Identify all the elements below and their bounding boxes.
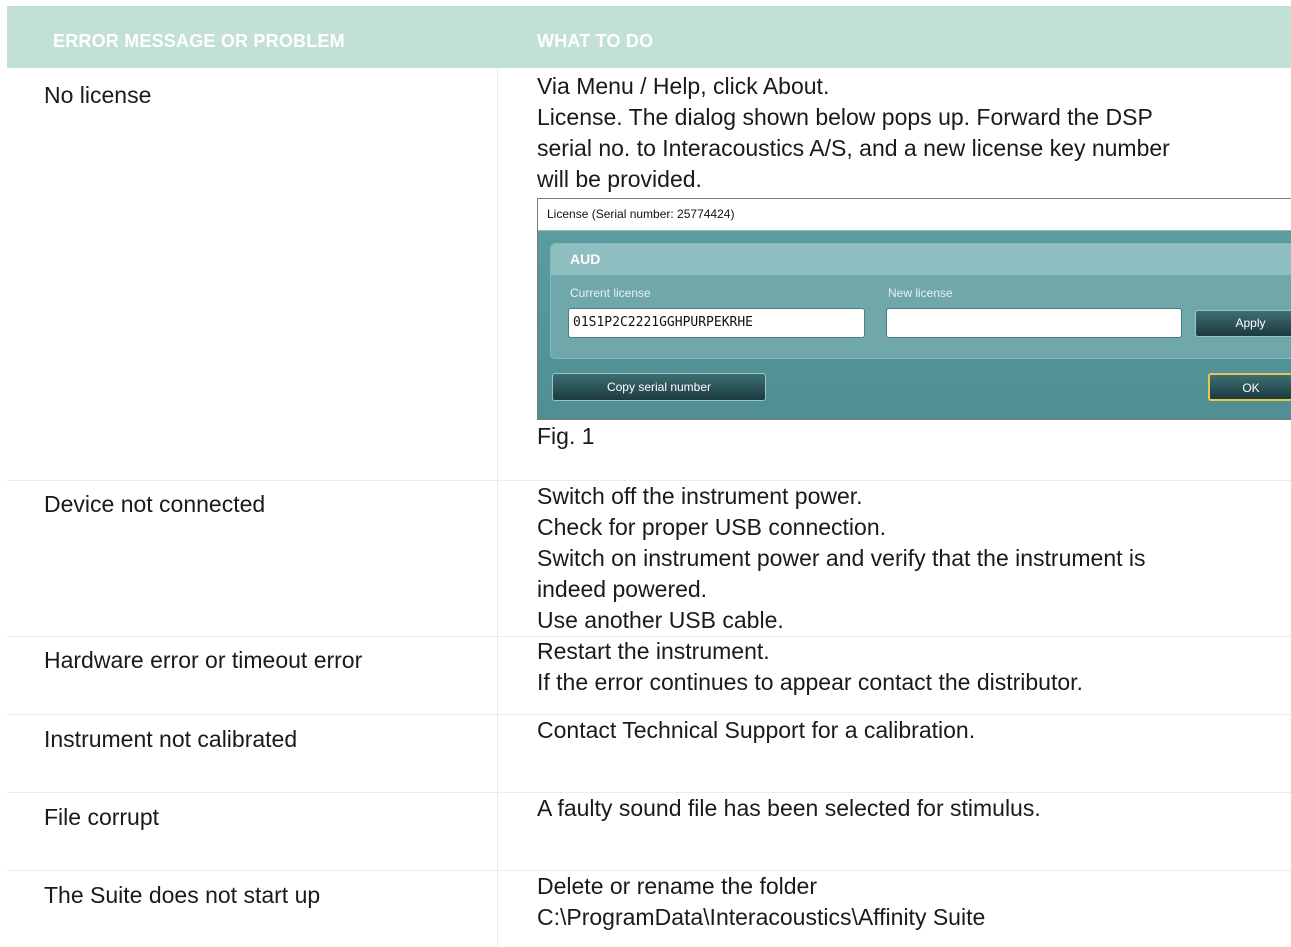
figure-caption: Fig. 1 bbox=[537, 423, 595, 449]
copy-serial-number-button[interactable]: Copy serial number bbox=[552, 373, 766, 401]
todo-line: will be provided. bbox=[537, 166, 702, 192]
row-divider bbox=[7, 636, 1291, 637]
todo-line: If the error continues to appear contact… bbox=[537, 669, 1083, 695]
dialog-title: License (Serial number: 25774424) bbox=[538, 199, 1291, 231]
todo-line: Switch off the instrument power. bbox=[537, 483, 863, 509]
row-divider bbox=[7, 792, 1291, 793]
todo-line: serial no. to Interacoustics A/S, and a … bbox=[537, 135, 1170, 161]
todo-line: Delete or rename the folder bbox=[537, 873, 817, 899]
todo-line: C:\ProgramData\Interacoustics\Affinity S… bbox=[537, 904, 986, 930]
row-divider bbox=[7, 870, 1291, 871]
group-title: AUD bbox=[551, 244, 1291, 275]
todo-line: Switch on instrument power and verify th… bbox=[537, 545, 1146, 571]
todo-line: Contact Technical Support for a calibrat… bbox=[537, 717, 976, 743]
dialog-body: AUD Current license New license 01S1P2C2… bbox=[538, 231, 1291, 419]
header-problem: ERROR MESSAGE OR PROBLEM bbox=[53, 31, 345, 51]
new-license-label: New license bbox=[888, 286, 953, 300]
todo-line: License. The dialog shown below pops up.… bbox=[537, 104, 1153, 130]
todo-line: indeed powered. bbox=[537, 576, 708, 602]
header-what-to-do: WHAT TO DO bbox=[537, 31, 654, 51]
new-license-field[interactable] bbox=[886, 308, 1182, 338]
todo-line: Restart the instrument. bbox=[537, 638, 770, 664]
todo-line: Check for proper USB connection. bbox=[537, 514, 887, 540]
apply-button[interactable]: Apply bbox=[1195, 310, 1291, 337]
problem-no-license: No license bbox=[44, 82, 152, 108]
license-dialog-screenshot: License (Serial number: 25774424) AUD Cu… bbox=[537, 198, 1291, 420]
troubleshooting-page: ERROR MESSAGE OR PROBLEM WHAT TO DO No l… bbox=[0, 0, 1291, 947]
row-divider bbox=[7, 714, 1291, 715]
table-header: ERROR MESSAGE OR PROBLEM WHAT TO DO bbox=[7, 6, 1291, 68]
todo-line: Via Menu / Help, click About. bbox=[537, 73, 830, 99]
ok-button[interactable]: OK bbox=[1208, 373, 1291, 401]
current-license-field[interactable]: 01S1P2C2221GGHPURPEKRHE bbox=[568, 308, 865, 338]
column-divider bbox=[497, 68, 498, 947]
todo-line: Use another USB cable. bbox=[537, 607, 784, 633]
todo-line: A faulty sound file has been selected fo… bbox=[537, 795, 1041, 821]
problem-device-not-connected: Device not connected bbox=[44, 491, 266, 517]
problem-suite-not-starting: The Suite does not start up bbox=[44, 882, 321, 908]
problem-file-corrupt: File corrupt bbox=[44, 804, 160, 830]
aud-license-group: AUD Current license New license 01S1P2C2… bbox=[550, 243, 1291, 359]
current-license-label: Current license bbox=[570, 286, 651, 300]
problem-not-calibrated: Instrument not calibrated bbox=[44, 726, 298, 752]
problem-hardware-error: Hardware error or timeout error bbox=[44, 647, 363, 673]
row-divider bbox=[7, 480, 1291, 481]
